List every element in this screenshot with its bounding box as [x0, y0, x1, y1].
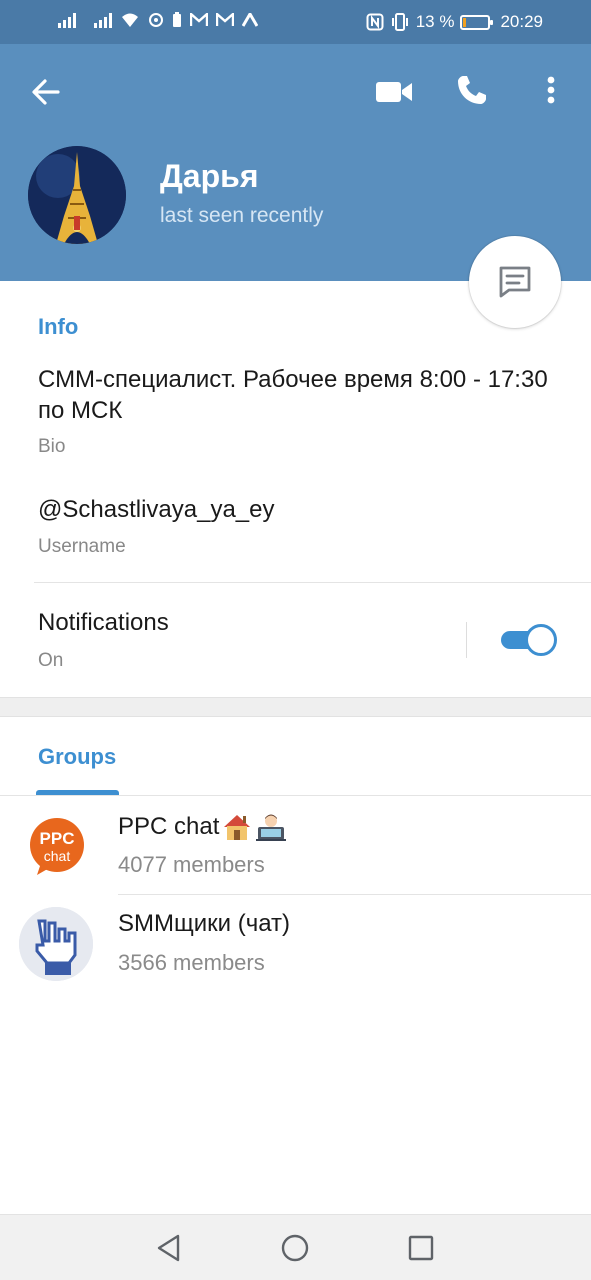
- divider: [466, 622, 467, 658]
- nav-back-icon[interactable]: [154, 1233, 184, 1263]
- battery-icon: [460, 14, 494, 30]
- contact-name: Дарья: [160, 158, 259, 194]
- message-icon: [499, 266, 531, 298]
- profile-avatar[interactable]: [28, 146, 126, 244]
- group-members: 4077 members: [118, 852, 265, 877]
- status-icons-right: 13 % 20:29: [366, 12, 543, 32]
- notifications-state: On: [38, 650, 64, 671]
- status-bar: 13 % 20:29: [0, 0, 591, 44]
- sync-icon: [149, 13, 163, 27]
- system-nav-bar: [0, 1214, 591, 1280]
- contact-status: last seen recently: [160, 204, 324, 227]
- bio-label: Bio: [38, 436, 66, 457]
- username-label: Username: [38, 536, 126, 557]
- signal-icon: [94, 12, 112, 28]
- nfc-icon: [366, 13, 384, 31]
- group-name-text: PPC chat: [118, 813, 220, 840]
- eiffel-tower-photo: [28, 146, 126, 244]
- group-item-smm-chat[interactable]: SMMщики (чат) 3566 members: [0, 894, 591, 993]
- phone-icon[interactable]: [452, 70, 492, 110]
- gmail-icon: [216, 13, 234, 26]
- nav-recents-icon[interactable]: [406, 1233, 436, 1263]
- gmail-icon: [190, 13, 208, 26]
- vibrate-icon: [391, 13, 408, 31]
- group-name: PPC chat: [118, 812, 287, 842]
- group-members: 3566 members: [118, 950, 265, 975]
- divider: [34, 582, 591, 583]
- more-vertical-icon[interactable]: [536, 70, 566, 110]
- bio-text[interactable]: СММ-специалист. Рабочее время 8:00 - 17:…: [38, 364, 558, 426]
- nav-home-icon[interactable]: [280, 1233, 310, 1263]
- tab-groups[interactable]: Groups: [38, 744, 116, 770]
- app-icon: [242, 13, 258, 27]
- section-separator: [0, 697, 591, 717]
- hand-icon: [19, 907, 93, 981]
- video-call-icon[interactable]: [372, 72, 416, 112]
- battery-fill: [463, 17, 467, 27]
- group-item-ppc-chat[interactable]: PPC chat PPC chat 4077 members: [0, 796, 591, 895]
- notifications-label[interactable]: Notifications: [38, 609, 169, 637]
- ppc-logo: PPC chat: [19, 809, 93, 883]
- group-name: SMMщики (чат): [118, 910, 290, 938]
- technologist-emoji: [256, 814, 287, 841]
- ppc-chat-avatar: PPC chat: [19, 809, 93, 883]
- smm-chat-avatar: [19, 907, 93, 981]
- send-message-button[interactable]: [469, 236, 561, 328]
- house-emoji: [224, 815, 251, 840]
- info-section-title: Info: [38, 314, 79, 339]
- battery-percent: 13 %: [415, 12, 455, 31]
- back-arrow-icon[interactable]: [26, 72, 66, 112]
- signal-icon: [58, 12, 76, 28]
- toggle-knob: [525, 624, 557, 656]
- ppc-logo-text-top: PPC: [40, 829, 75, 848]
- clock: 20:29: [500, 12, 543, 31]
- battery-saver-icon: [173, 12, 181, 27]
- notifications-toggle[interactable]: [499, 624, 557, 656]
- status-icons-left: [58, 12, 258, 28]
- username-text[interactable]: @Schastlivaya_ya_ey: [38, 496, 274, 524]
- ppc-logo-text-bottom: chat: [44, 848, 71, 864]
- group-name-text: SMMщики (чат): [118, 910, 291, 937]
- wifi-icon: [122, 13, 138, 27]
